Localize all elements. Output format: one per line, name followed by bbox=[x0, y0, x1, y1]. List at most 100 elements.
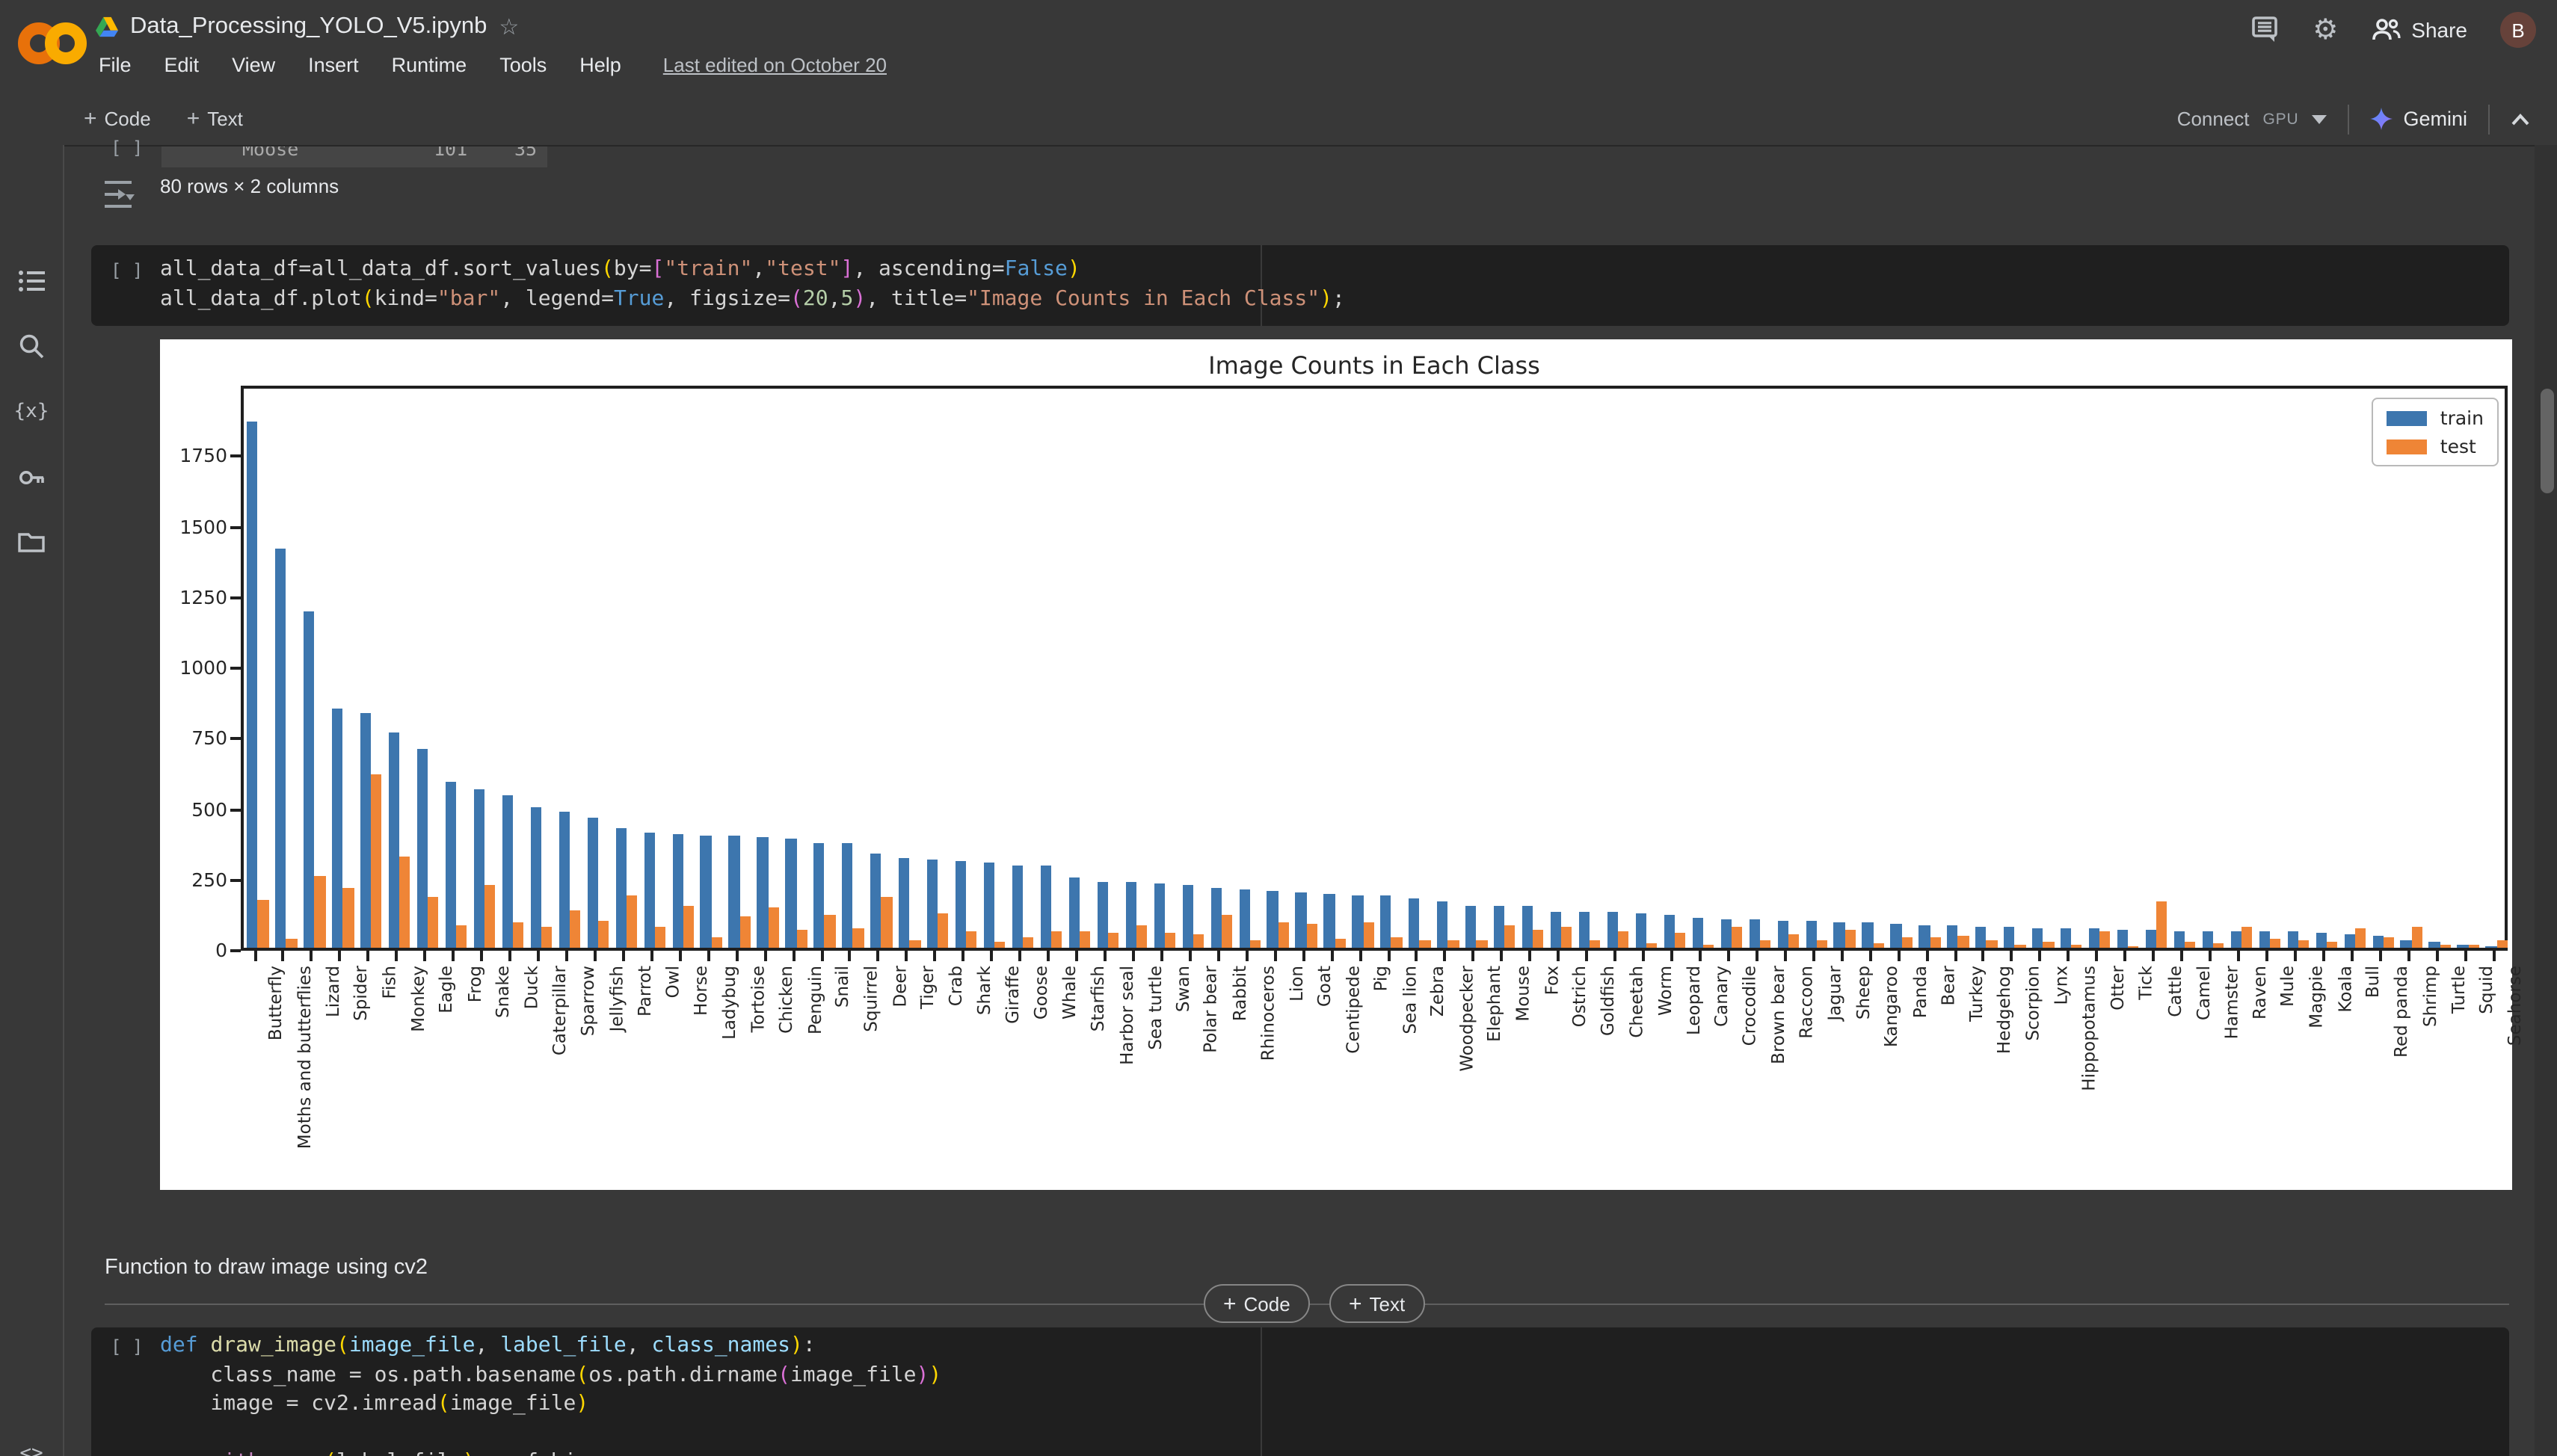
bar-train bbox=[1862, 922, 1874, 948]
bar-test bbox=[1136, 925, 1148, 948]
menu-view[interactable]: View bbox=[232, 54, 275, 76]
x-tick-label: Hedgehog bbox=[1993, 966, 2015, 1055]
chart-title: Image Counts in Each Class bbox=[1208, 351, 1540, 380]
bar-test bbox=[654, 927, 665, 948]
x-tick bbox=[678, 951, 682, 961]
code-editor[interactable]: all_data_df=all_data_df.sort_values(by=[… bbox=[160, 256, 2497, 314]
bar-test bbox=[2326, 941, 2337, 948]
bar-train bbox=[2344, 934, 2355, 948]
bar-test bbox=[966, 931, 977, 948]
last-edited-link[interactable]: Last edited on October 20 bbox=[663, 54, 887, 76]
x-tick bbox=[310, 951, 313, 961]
x-tick-label: Tiger bbox=[917, 966, 938, 1009]
menu-runtime[interactable]: Runtime bbox=[392, 54, 467, 76]
y-tick-label: 1250 bbox=[179, 585, 227, 608]
bar-test bbox=[2185, 942, 2196, 948]
x-tick-label: Lion bbox=[1285, 966, 1307, 1002]
add-text-button[interactable]: + Text bbox=[187, 106, 243, 132]
gemini-button[interactable]: Gemini bbox=[2370, 108, 2467, 130]
markdown-cell-text[interactable]: Function to draw image using cv2 bbox=[105, 1256, 428, 1280]
files-folder-icon[interactable] bbox=[0, 531, 63, 553]
share-button[interactable]: Share bbox=[2371, 18, 2467, 42]
code-editor[interactable]: def draw_image(image_file, label_file, c… bbox=[160, 1332, 2497, 1456]
code-cell-draw-image[interactable]: [ ] def draw_image(image_file, label_fil… bbox=[91, 1327, 2509, 1456]
menu-file[interactable]: File bbox=[99, 54, 132, 76]
secrets-key-icon[interactable] bbox=[0, 465, 63, 490]
bar-train bbox=[1323, 894, 1335, 948]
scrollbar-thumb[interactable] bbox=[2541, 389, 2554, 493]
x-tick-label: Zebra bbox=[1427, 966, 1448, 1017]
x-tick bbox=[792, 951, 795, 961]
menu-help[interactable]: Help bbox=[579, 54, 621, 76]
bar-test bbox=[1986, 940, 1998, 948]
x-tick bbox=[905, 951, 908, 961]
bar-train bbox=[1550, 911, 1562, 948]
cell-run-gutter[interactable]: [ ] bbox=[111, 260, 143, 281]
variables-icon[interactable]: {x} bbox=[0, 401, 63, 423]
comment-icon[interactable] bbox=[2251, 16, 2280, 43]
x-tick bbox=[2010, 951, 2013, 961]
connect-button[interactable]: Connect GPU bbox=[2177, 108, 2327, 130]
y-tick-label: 0 bbox=[215, 939, 227, 961]
collapse-chevron-up-icon[interactable] bbox=[2511, 113, 2530, 125]
x-tick bbox=[537, 951, 540, 961]
cell-run-gutter[interactable]: [ ] bbox=[111, 1336, 143, 1357]
bar-train bbox=[2089, 928, 2100, 948]
scrollbar-track[interactable] bbox=[2535, 145, 2557, 1456]
insert-code-button[interactable]: + Code bbox=[1204, 1284, 1310, 1323]
table-of-contents-icon[interactable] bbox=[0, 269, 63, 293]
x-tick bbox=[1216, 951, 1220, 961]
x-tick bbox=[707, 951, 710, 961]
x-tick bbox=[2152, 951, 2156, 961]
bar-test bbox=[739, 916, 751, 948]
code-cell-plot[interactable]: [ ] all_data_df=all_data_df.sort_values(… bbox=[91, 245, 2509, 326]
interactive-table-icon[interactable] bbox=[100, 178, 136, 211]
code-snippets-icon[interactable]: <> bbox=[0, 1443, 63, 1456]
x-tick-label: Polar bear bbox=[1200, 966, 1222, 1053]
bar-test bbox=[1107, 932, 1119, 948]
x-tick-label: Snail bbox=[832, 966, 853, 1008]
y-tick bbox=[230, 808, 241, 811]
bar-train bbox=[247, 422, 258, 948]
x-tick bbox=[1613, 951, 1617, 961]
bar-test bbox=[597, 920, 609, 948]
bar-train bbox=[1664, 914, 1675, 948]
bar-train bbox=[1437, 901, 1448, 948]
search-icon[interactable] bbox=[0, 333, 63, 359]
x-tick-label: Otter bbox=[2107, 966, 2129, 1011]
notebook-toolbar: + Code + Text Connect GPU Gemini bbox=[0, 93, 2557, 146]
x-tick bbox=[1387, 951, 1390, 961]
x-tick bbox=[2350, 951, 2354, 961]
bar-train bbox=[2145, 929, 2157, 948]
x-tick bbox=[2209, 951, 2212, 961]
x-tick-label: Kangaroo bbox=[1880, 966, 1902, 1048]
bar-train bbox=[2287, 931, 2298, 948]
bar-test bbox=[1618, 931, 1629, 948]
bar-test bbox=[2071, 945, 2082, 948]
insert-text-button[interactable]: + Text bbox=[1329, 1284, 1425, 1323]
menu-tools[interactable]: Tools bbox=[499, 54, 547, 76]
x-tick bbox=[1868, 951, 1872, 961]
star-icon[interactable]: ☆ bbox=[499, 13, 519, 40]
x-tick-label: Sheep bbox=[1852, 966, 1874, 1020]
x-tick bbox=[2435, 951, 2439, 961]
notebook-title[interactable]: Data_Processing_YOLO_V5.ipynb bbox=[130, 13, 487, 40]
settings-gear-icon[interactable]: ⚙ bbox=[2313, 15, 2338, 44]
add-code-button[interactable]: + Code bbox=[84, 106, 151, 132]
x-tick bbox=[395, 951, 399, 961]
menu-insert[interactable]: Insert bbox=[308, 54, 359, 76]
bar-test bbox=[2043, 942, 2054, 948]
x-tick bbox=[2321, 951, 2325, 961]
bar-train bbox=[1522, 906, 1533, 948]
bar-test bbox=[1901, 937, 1913, 948]
avatar[interactable]: B bbox=[2500, 12, 2536, 48]
bar-test bbox=[1476, 940, 1488, 948]
bar-train bbox=[1720, 919, 1732, 948]
gemini-sparkle-icon bbox=[2370, 108, 2393, 130]
bar-test bbox=[1278, 922, 1289, 948]
accelerator-badge: GPU bbox=[2262, 110, 2299, 128]
cell-run-gutter[interactable]: [ ] bbox=[111, 138, 143, 158]
x-tick bbox=[1897, 951, 1901, 961]
menu-edit[interactable]: Edit bbox=[164, 54, 200, 76]
x-tick bbox=[508, 951, 511, 961]
